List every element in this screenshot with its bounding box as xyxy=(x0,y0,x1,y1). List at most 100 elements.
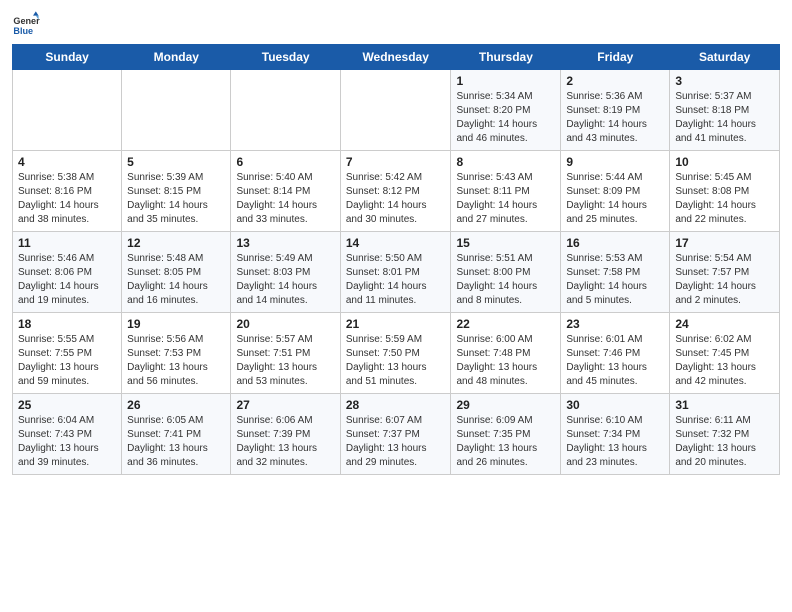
day-number: 7 xyxy=(346,155,446,169)
calendar-day-17: 17Sunrise: 5:54 AMSunset: 7:57 PMDayligh… xyxy=(670,232,780,313)
calendar-day-26: 26Sunrise: 6:05 AMSunset: 7:41 PMDayligh… xyxy=(122,394,231,475)
calendar-day-11: 11 Sunrise: 5:46 AMSunset: 8:06 PMDayligh… xyxy=(13,232,122,313)
calendar-day-27: 27 Sunrise: 6:06 AMSunset: 7:39 PMDayligh… xyxy=(231,394,340,475)
day-info: Sunrise: 5:46 AMSunset: 8:06 PMDaylight:… xyxy=(18,252,116,308)
calendar-day-13: 13 Sunrise: 5:49 AMSunset: 8:03 PMDayligh… xyxy=(231,232,340,313)
logo: General Blue xyxy=(12,10,40,38)
day-number: 20 xyxy=(236,317,334,331)
day-info: Sunrise: 6:06 AMSunset: 7:39 PMDaylight:… xyxy=(236,414,334,470)
day-number: 25 xyxy=(18,398,116,412)
day-number: 17 xyxy=(675,236,774,250)
day-number: 23 xyxy=(566,317,664,331)
day-number: 15 xyxy=(456,236,555,250)
calendar-day-6: 6 Sunrise: 5:40 AMSunset: 8:14 PMDaylight… xyxy=(231,151,340,232)
day-info: Sunrise: 6:02 AMSunset: 7:45 PMDaylight:… xyxy=(675,333,774,389)
calendar-day-9: 9 Sunrise: 5:44 AMSunset: 8:09 PMDaylight… xyxy=(561,151,670,232)
day-number: 30 xyxy=(566,398,664,412)
page-container: General Blue SundayMondayTuesdayWednesda… xyxy=(0,0,792,483)
calendar-day-4: 4Sunrise: 5:38 AMSunset: 8:16 PMDaylight… xyxy=(13,151,122,232)
day-number: 16 xyxy=(566,236,664,250)
calendar-day-25: 25Sunrise: 6:04 AMSunset: 7:43 PMDayligh… xyxy=(13,394,122,475)
header: General Blue xyxy=(12,10,780,38)
weekday-header-saturday: Saturday xyxy=(670,45,780,70)
day-info: Sunrise: 6:00 AMSunset: 7:48 PMDaylight:… xyxy=(456,333,555,389)
weekday-header-row: SundayMondayTuesdayWednesdayThursdayFrid… xyxy=(13,45,780,70)
day-number: 13 xyxy=(236,236,334,250)
day-info: Sunrise: 5:38 AMSunset: 8:16 PMDaylight:… xyxy=(18,171,116,227)
day-number: 6 xyxy=(236,155,334,169)
calendar-day-19: 19Sunrise: 5:56 AMSunset: 7:53 PMDayligh… xyxy=(122,313,231,394)
day-number: 24 xyxy=(675,317,774,331)
day-number: 26 xyxy=(127,398,225,412)
day-number: 11 xyxy=(18,236,116,250)
day-number: 3 xyxy=(675,74,774,88)
day-number: 28 xyxy=(346,398,446,412)
calendar-day-16: 16 Sunrise: 5:53 AMSunset: 7:58 PMDayligh… xyxy=(561,232,670,313)
day-info: Sunrise: 5:59 AMSunset: 7:50 PMDaylight:… xyxy=(346,333,446,389)
day-info: Sunrise: 5:56 AMSunset: 7:53 PMDaylight:… xyxy=(127,333,225,389)
day-info: Sunrise: 5:48 AMSunset: 8:05 PMDaylight:… xyxy=(127,252,225,308)
calendar-day-10: 10 Sunrise: 5:45 AMSunset: 8:08 PMDayligh… xyxy=(670,151,780,232)
day-info: Sunrise: 6:11 AMSunset: 7:32 PMDaylight:… xyxy=(675,414,774,470)
day-number: 21 xyxy=(346,317,446,331)
calendar-day-22: 22 Sunrise: 6:00 AMSunset: 7:48 PMDayligh… xyxy=(451,313,561,394)
day-number: 8 xyxy=(456,155,555,169)
day-info: Sunrise: 5:37 AMSunset: 8:18 PMDaylight:… xyxy=(675,90,774,146)
weekday-header-sunday: Sunday xyxy=(13,45,122,70)
day-number: 2 xyxy=(566,74,664,88)
empty-cell xyxy=(231,70,340,151)
calendar-day-31: 31 Sunrise: 6:11 AMSunset: 7:32 PMDayligh… xyxy=(670,394,780,475)
weekday-header-friday: Friday xyxy=(561,45,670,70)
calendar-day-1: 1 Sunrise: 5:34 AMSunset: 8:20 PMDaylight… xyxy=(451,70,561,151)
day-info: Sunrise: 5:34 AMSunset: 8:20 PMDaylight:… xyxy=(456,90,555,146)
day-info: Sunrise: 6:07 AMSunset: 7:37 PMDaylight:… xyxy=(346,414,446,470)
day-info: Sunrise: 5:45 AMSunset: 8:08 PMDaylight:… xyxy=(675,171,774,227)
day-info: Sunrise: 5:53 AMSunset: 7:58 PMDaylight:… xyxy=(566,252,664,308)
calendar-day-3: 3 Sunrise: 5:37 AMSunset: 8:18 PMDaylight… xyxy=(670,70,780,151)
calendar-day-8: 8 Sunrise: 5:43 AMSunset: 8:11 PMDaylight… xyxy=(451,151,561,232)
calendar-week-4: 18 Sunrise: 5:55 AMSunset: 7:55 PMDayligh… xyxy=(13,313,780,394)
day-number: 10 xyxy=(675,155,774,169)
logo-icon: General Blue xyxy=(12,10,40,38)
calendar-day-30: 30 Sunrise: 6:10 AMSunset: 7:34 PMDayligh… xyxy=(561,394,670,475)
calendar-day-5: 5 Sunrise: 5:39 AMSunset: 8:15 PMDaylight… xyxy=(122,151,231,232)
empty-cell xyxy=(340,70,451,151)
calendar-table: SundayMondayTuesdayWednesdayThursdayFrid… xyxy=(12,44,780,475)
day-number: 14 xyxy=(346,236,446,250)
weekday-header-wednesday: Wednesday xyxy=(340,45,451,70)
empty-cell xyxy=(122,70,231,151)
day-number: 22 xyxy=(456,317,555,331)
calendar-day-28: 28 Sunrise: 6:07 AMSunset: 7:37 PMDayligh… xyxy=(340,394,451,475)
day-number: 1 xyxy=(456,74,555,88)
day-number: 18 xyxy=(18,317,116,331)
calendar-week-2: 4Sunrise: 5:38 AMSunset: 8:16 PMDaylight… xyxy=(13,151,780,232)
calendar-day-24: 24 Sunrise: 6:02 AMSunset: 7:45 PMDayligh… xyxy=(670,313,780,394)
day-info: Sunrise: 5:51 AMSunset: 8:00 PMDaylight:… xyxy=(456,252,555,308)
weekday-header-thursday: Thursday xyxy=(451,45,561,70)
day-info: Sunrise: 5:36 AMSunset: 8:19 PMDaylight:… xyxy=(566,90,664,146)
day-info: Sunrise: 5:50 AMSunset: 8:01 PMDaylight:… xyxy=(346,252,446,308)
calendar-day-18: 18 Sunrise: 5:55 AMSunset: 7:55 PMDayligh… xyxy=(13,313,122,394)
day-number: 5 xyxy=(127,155,225,169)
day-number: 27 xyxy=(236,398,334,412)
day-number: 9 xyxy=(566,155,664,169)
day-info: Sunrise: 6:01 AMSunset: 7:46 PMDaylight:… xyxy=(566,333,664,389)
calendar-day-14: 14 Sunrise: 5:50 AMSunset: 8:01 PMDayligh… xyxy=(340,232,451,313)
day-info: Sunrise: 5:49 AMSunset: 8:03 PMDaylight:… xyxy=(236,252,334,308)
svg-text:Blue: Blue xyxy=(13,26,33,36)
day-info: Sunrise: 6:10 AMSunset: 7:34 PMDaylight:… xyxy=(566,414,664,470)
day-info: Sunrise: 5:55 AMSunset: 7:55 PMDaylight:… xyxy=(18,333,116,389)
day-info: Sunrise: 5:43 AMSunset: 8:11 PMDaylight:… xyxy=(456,171,555,227)
day-info: Sunrise: 5:39 AMSunset: 8:15 PMDaylight:… xyxy=(127,171,225,227)
day-number: 29 xyxy=(456,398,555,412)
calendar-day-15: 15 Sunrise: 5:51 AMSunset: 8:00 PMDayligh… xyxy=(451,232,561,313)
day-info: Sunrise: 5:42 AMSunset: 8:12 PMDaylight:… xyxy=(346,171,446,227)
empty-cell xyxy=(13,70,122,151)
day-number: 31 xyxy=(675,398,774,412)
day-info: Sunrise: 5:44 AMSunset: 8:09 PMDaylight:… xyxy=(566,171,664,227)
calendar-day-23: 23 Sunrise: 6:01 AMSunset: 7:46 PMDayligh… xyxy=(561,313,670,394)
day-info: Sunrise: 5:40 AMSunset: 8:14 PMDaylight:… xyxy=(236,171,334,227)
calendar-day-29: 29Sunrise: 6:09 AMSunset: 7:35 PMDayligh… xyxy=(451,394,561,475)
svg-text:General: General xyxy=(13,16,40,26)
calendar-day-20: 20Sunrise: 5:57 AMSunset: 7:51 PMDayligh… xyxy=(231,313,340,394)
